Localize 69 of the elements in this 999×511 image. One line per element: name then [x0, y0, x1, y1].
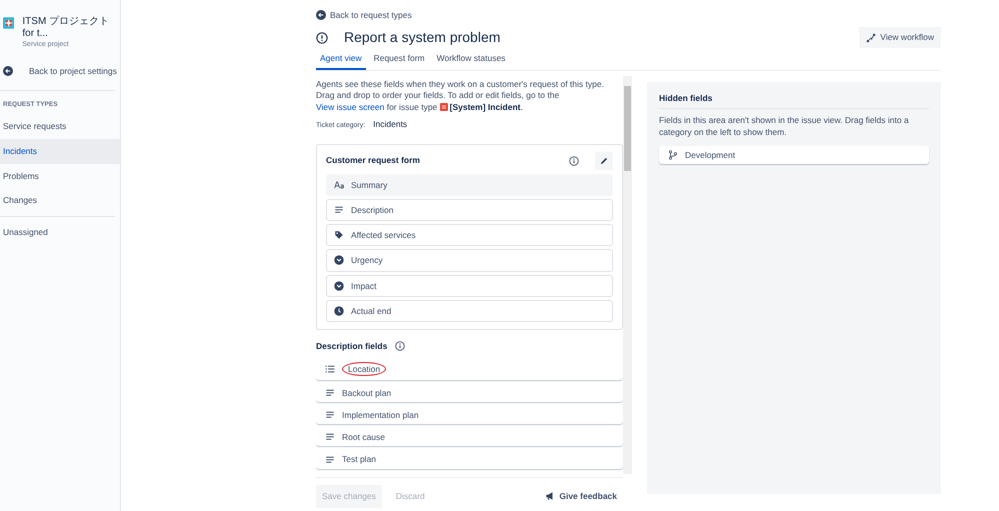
field-label: Urgency	[351, 255, 383, 266]
field-label: Root cause	[342, 432, 385, 442]
tab[interactable]: Request form	[370, 49, 429, 70]
sidebar-item[interactable]: Service requests	[0, 114, 120, 139]
field-label: Test plan	[342, 454, 376, 465]
view-issue-screen-link[interactable]: View issue screen	[316, 102, 384, 112]
intro-text: Agents see these fields when they work on a customer's request of this type. Drag and drop to order your fields. To add or edit fields, go to the View issue screen for issue type [System] Incident.	[316, 78, 605, 114]
paragraph-icon	[325, 388, 335, 398]
back-arrow-icon	[316, 10, 326, 20]
give-feedback-button[interactable]: Give feedback	[539, 488, 623, 504]
sidebar-item[interactable]: Incidents	[0, 138, 120, 164]
back-arrow-icon	[3, 66, 13, 76]
project-name: ITSM プロジェクト for t...	[22, 16, 110, 40]
field-label: Summary	[351, 180, 388, 190]
incident-type-icon	[440, 102, 448, 111]
workflow-icon	[866, 32, 876, 43]
field-label: Backout plan	[342, 388, 392, 398]
text-field-icon	[334, 180, 344, 190]
field-label: Description	[351, 204, 394, 216]
sidebar-item[interactable]: Problems	[0, 164, 120, 188]
field-label: Implementation plan	[342, 410, 419, 420]
field-row[interactable]: Actual end	[326, 300, 613, 322]
field-label: Impact	[351, 280, 377, 291]
scrollbar[interactable]	[623, 76, 632, 474]
field-row[interactable]: Urgency	[326, 249, 613, 272]
view-workflow-button[interactable]: View workflow	[859, 27, 941, 48]
dropdown-icon	[334, 280, 344, 291]
ticket-category-value: Incidents	[373, 118, 408, 132]
dropdown-icon	[334, 255, 344, 266]
paragraph-icon	[325, 432, 335, 442]
paragraph-icon	[325, 410, 335, 420]
field-label: Actual end	[351, 306, 392, 316]
list-icon	[325, 364, 335, 374]
paragraph-icon	[325, 454, 335, 464]
back-to-request-types-link[interactable]: Back to request types	[316, 9, 412, 22]
card-title: Customer request form	[326, 154, 420, 168]
field-row[interactable]: Description	[326, 198, 613, 222]
info-icon	[569, 156, 579, 166]
field-label: Development	[685, 150, 736, 160]
field-row[interactable]: Affected services	[326, 224, 613, 246]
field-label: Location	[342, 362, 386, 376]
field-row[interactable]: Test plan	[316, 450, 623, 469]
field-row[interactable]: Development	[659, 146, 929, 164]
field-row[interactable]: Root cause	[316, 428, 623, 446]
project-logo-icon	[3, 16, 14, 30]
back-to-project-link[interactable]: Back to project settings	[0, 50, 120, 88]
tab[interactable]: Agent view	[316, 49, 366, 70]
field-row[interactable]: Location	[316, 358, 623, 380]
edit-button[interactable]	[595, 152, 613, 170]
panel-title: Hidden fields	[659, 92, 712, 103]
clock-icon	[334, 306, 344, 316]
field-row[interactable]: Summary	[326, 174, 613, 196]
sidebar-item[interactable]: Changes	[0, 188, 120, 213]
megaphone-icon	[545, 491, 556, 502]
tag-icon	[334, 230, 344, 240]
tab[interactable]: Workflow statuses	[432, 49, 510, 70]
exclamation-circle-icon	[316, 32, 328, 44]
sidebar-item[interactable]: Unassigned	[0, 220, 120, 245]
pencil-icon	[599, 156, 609, 166]
field-row[interactable]: Backout plan	[316, 384, 623, 402]
panel-description: Fields in this area aren't shown in the issue view. Drag fields into a category on the left to show them.	[659, 114, 910, 138]
field-row[interactable]: Impact	[326, 274, 613, 297]
paragraph-icon	[334, 205, 344, 216]
field-row[interactable]: Implementation plan	[316, 406, 623, 424]
field-label: Affected services	[351, 230, 416, 240]
section-title: Description fields	[316, 340, 388, 353]
page-title: Report a system problem	[344, 28, 500, 48]
branch-icon	[668, 150, 678, 160]
info-icon	[395, 341, 406, 352]
